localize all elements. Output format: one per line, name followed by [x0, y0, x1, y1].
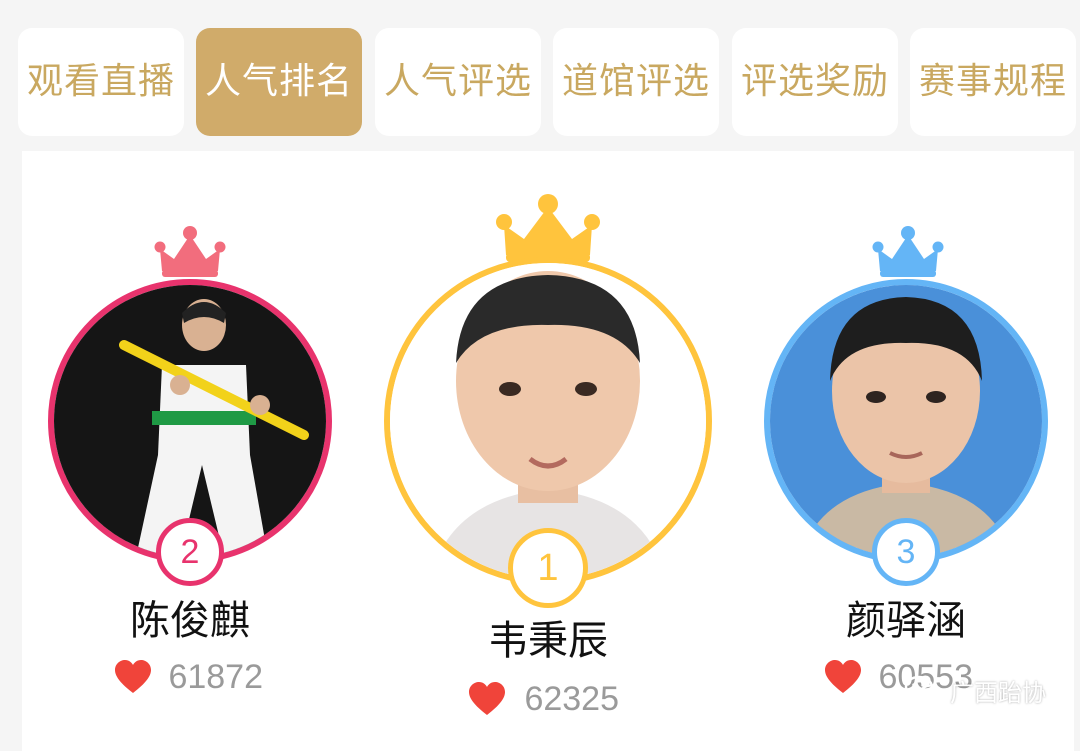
tab-bar: 观看直播 人气排名 人气评选 道馆评选 评选奖励 赛事规程 [18, 28, 1080, 136]
contestant-third[interactable]: 3 颜驿涵 60553 [22, 151, 1074, 751]
tab-popularity-voting[interactable]: 人气评选 [375, 28, 541, 136]
crown-icon [872, 226, 944, 277]
tab-popularity-ranking[interactable]: 人气排名 [196, 28, 362, 136]
tab-competition-rules[interactable]: 赛事规程 [910, 28, 1076, 136]
rank-badge-third: 3 [872, 518, 940, 586]
tab-dojo-voting[interactable]: 道馆评选 [553, 28, 719, 136]
tab-live[interactable]: 观看直播 [18, 28, 184, 136]
heart-icon[interactable] [824, 660, 862, 694]
wechat-icon [904, 675, 944, 704]
ranking-panel: 2 陈俊麒 61872 1 韦秉辰 62325 3 颜驿涵 60553 [22, 151, 1074, 751]
tab-voting-rewards[interactable]: 评选奖励 [732, 28, 898, 136]
watermark-text: 广西跆协 [950, 678, 1046, 707]
watermark: 广西跆协 [904, 670, 1046, 710]
contestant-name-third: 颜驿涵 [846, 598, 966, 644]
